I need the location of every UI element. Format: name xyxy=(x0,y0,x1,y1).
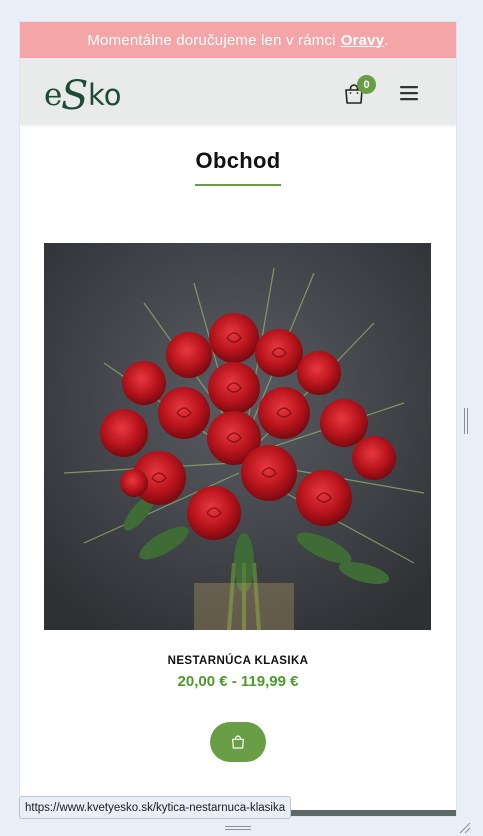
cart-count-badge: 0 xyxy=(357,75,376,94)
site-header: e S ko 0 xyxy=(20,58,456,124)
browser-viewport: Momentálne doručujeme len v rámci Oravy.… xyxy=(20,22,456,816)
esko-logo[interactable]: e S ko xyxy=(44,72,130,114)
promo-banner: Momentálne doručujeme len v rámci Oravy. xyxy=(20,22,456,58)
svg-text:e: e xyxy=(44,77,62,113)
promo-text: Momentálne doručujeme len v rámci xyxy=(87,31,336,49)
promo-suffix: . xyxy=(384,31,389,49)
product-name[interactable]: NESTARNÚCA KLASIKA xyxy=(20,655,456,667)
next-product-card-edge xyxy=(270,810,456,816)
hamburger-menu-icon[interactable] xyxy=(398,83,420,103)
title-underline xyxy=(195,184,281,186)
scroll-grip-icon[interactable] xyxy=(463,408,469,434)
status-bar-url: https://www.kvetyesko.sk/kytica-nestarnu… xyxy=(19,796,292,819)
corner-resize-icon[interactable] xyxy=(457,820,471,834)
promo-link-oravy[interactable]: Oravy xyxy=(341,32,385,49)
svg-text:S: S xyxy=(61,73,88,114)
shopping-bag-icon xyxy=(232,735,244,749)
add-to-cart-button[interactable] xyxy=(210,722,266,762)
product-price: 20,00 € - 119,99 € xyxy=(177,673,299,690)
product-image[interactable] xyxy=(44,243,431,630)
page-title: Obchod xyxy=(195,148,281,173)
svg-text:ko: ko xyxy=(88,78,122,112)
bottom-resize-grip-icon[interactable] xyxy=(225,825,251,831)
